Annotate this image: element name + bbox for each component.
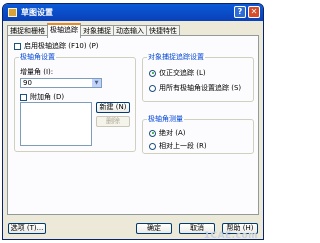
increment-angle-label: 增量角 (I): <box>20 67 53 77</box>
absolute-radio[interactable] <box>149 129 156 137</box>
orthogonal-tracking-radio[interactable] <box>149 69 156 77</box>
watermark: 1CAE.com <box>203 231 258 241</box>
options-button[interactable]: 选项 (T)... <box>8 223 46 234</box>
increment-angle-select[interactable]: 90 ▼ <box>20 78 102 88</box>
window-title: 草图设置 <box>21 8 53 17</box>
chevron-down-icon[interactable]: ▼ <box>92 79 101 87</box>
additional-angle-label: 附加角 (D) <box>30 93 65 101</box>
drafting-settings-dialog: 草图设置 ? ✕ 捕捉和栅格 极轴追踪 对象捕捉 动态输入 快捷特性 启用极轴追… <box>2 3 264 240</box>
additional-angle-checkbox[interactable] <box>20 93 27 101</box>
relative-label: 相对上一段 (R) <box>159 142 207 150</box>
help-icon[interactable]: ? <box>234 6 246 18</box>
all-polar-tracking-option[interactable]: 用所有极轴角设置追踪 (S) <box>149 83 241 93</box>
close-icon[interactable]: ✕ <box>248 6 260 18</box>
relative-option[interactable]: 相对上一段 (R) <box>149 141 207 151</box>
object-snap-tracking-legend: 对象捕捉追踪设置 <box>148 53 204 61</box>
increment-angle-value: 90 <box>23 79 32 87</box>
enable-polar-label: 启用极轴追踪 (F10) (P) <box>24 42 99 50</box>
orthogonal-tracking-label: 仅正交追踪 (L) <box>159 69 206 77</box>
all-polar-tracking-label: 用所有极轴角设置追踪 (S) <box>159 84 242 92</box>
ok-button[interactable]: 确定 <box>136 223 172 234</box>
enable-polar-row[interactable]: 启用极轴追踪 (F10) (P) <box>14 41 99 51</box>
absolute-option[interactable]: 绝对 (A) <box>149 128 185 138</box>
enable-polar-checkbox[interactable] <box>14 42 21 50</box>
tab-polar-tracking[interactable]: 极轴追踪 <box>47 23 81 38</box>
title-bar[interactable]: 草图设置 ? ✕ <box>3 4 263 21</box>
polar-angle-settings-legend: 极轴角设置 <box>20 53 55 61</box>
absolute-label: 绝对 (A) <box>159 129 186 137</box>
new-angle-button[interactable]: 新建 (N) <box>96 102 130 113</box>
polar-angle-measurement-legend: 极轴角测量 <box>148 115 183 123</box>
delete-angle-button: 删除 <box>96 116 130 127</box>
additional-angle-list[interactable] <box>20 102 92 146</box>
polar-tracking-panel: 启用极轴追踪 (F10) (P) 极轴角设置 增量角 (I): 90 ▼ 附加角… <box>7 35 259 215</box>
relative-radio[interactable] <box>149 142 156 150</box>
additional-angle-row[interactable]: 附加角 (D) <box>20 92 64 102</box>
increment-angle-text: 增量角 (I): <box>20 68 54 76</box>
orthogonal-tracking-option[interactable]: 仅正交追踪 (L) <box>149 68 206 78</box>
app-icon <box>8 8 17 17</box>
all-polar-tracking-radio[interactable] <box>149 84 156 92</box>
